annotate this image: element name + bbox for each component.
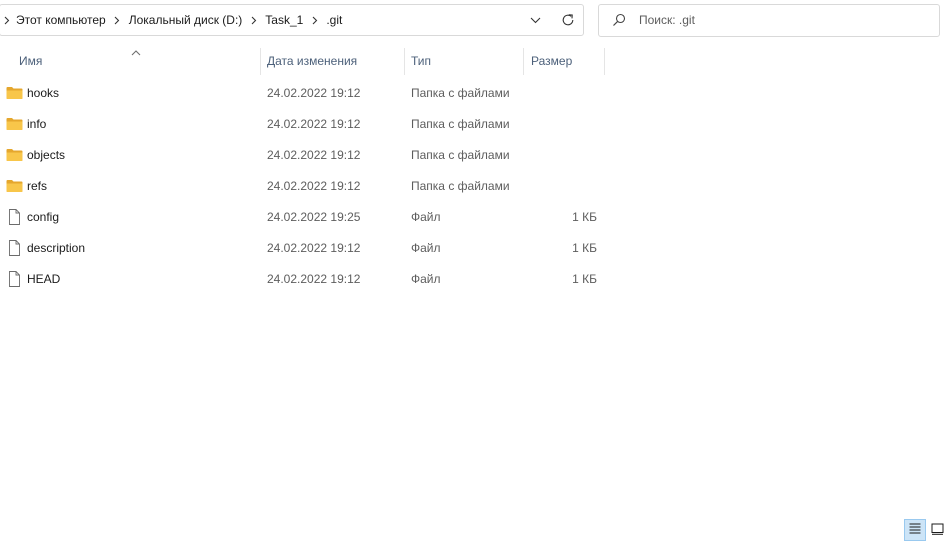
search-box[interactable] — [598, 4, 940, 37]
chevron-right-icon[interactable] — [3, 15, 10, 25]
file-date: 24.02.2022 19:12 — [267, 241, 361, 255]
breadcrumb-item-task1[interactable]: Task_1 — [265, 13, 303, 27]
refresh-icon[interactable] — [560, 12, 576, 28]
file-size: 1 КБ — [572, 210, 597, 224]
column-header-name[interactable]: Имя — [19, 48, 259, 75]
address-bar[interactable]: Этот компьютер Локальный диск (D:) Task_… — [0, 4, 584, 36]
folder-icon — [6, 116, 23, 132]
file-date: 24.02.2022 19:25 — [267, 210, 361, 224]
column-header-type[interactable]: Тип — [411, 48, 521, 75]
file-icon — [6, 271, 23, 287]
file-size: 1 КБ — [572, 272, 597, 286]
file-date: 24.02.2022 19:12 — [267, 86, 361, 100]
chevron-right-icon[interactable] — [311, 15, 318, 25]
chevron-right-icon[interactable] — [114, 15, 121, 25]
file-type: Папка с файлами — [411, 148, 510, 162]
column-header-size[interactable]: Размер — [531, 48, 603, 75]
breadcrumb-item-local-disk[interactable]: Локальный диск (D:) — [129, 13, 243, 27]
file-date: 24.02.2022 19:12 — [267, 272, 361, 286]
column-divider[interactable] — [260, 48, 261, 75]
file-name: objects — [27, 148, 66, 162]
column-header-date[interactable]: Дата изменения — [267, 48, 402, 75]
file-type: Папка с файлами — [411, 179, 510, 193]
column-divider[interactable] — [604, 48, 605, 75]
file-type: Файл — [411, 210, 441, 224]
file-icon — [6, 240, 23, 256]
file-name: hooks — [27, 86, 60, 100]
column-divider[interactable] — [523, 48, 524, 75]
folder-icon — [6, 147, 23, 163]
file-type: Папка с файлами — [411, 86, 510, 100]
file-icon — [6, 209, 23, 225]
file-date: 24.02.2022 19:12 — [267, 117, 361, 131]
file-name: config — [27, 210, 60, 224]
breadcrumb: Этот компьютер Локальный диск (D:) Task_… — [0, 5, 342, 35]
file-date: 24.02.2022 19:12 — [267, 148, 361, 162]
file-name: info — [27, 117, 47, 131]
column-divider[interactable] — [404, 48, 405, 75]
file-row-refs[interactable]: refs 24.02.2022 19:12 Папка с файлами — [0, 171, 610, 202]
file-row-config[interactable]: config 24.02.2022 19:25 Файл 1 КБ — [0, 202, 610, 233]
file-type: Файл — [411, 272, 441, 286]
file-type: Папка с файлами — [411, 117, 510, 131]
file-name: refs — [27, 179, 48, 193]
breadcrumb-item-this-pc[interactable]: Этот компьютер — [16, 13, 106, 27]
file-type: Файл — [411, 241, 441, 255]
file-date: 24.02.2022 19:12 — [267, 179, 361, 193]
search-icon — [612, 13, 626, 27]
file-row-info[interactable]: info 24.02.2022 19:12 Папка с файлами — [0, 109, 610, 140]
search-input[interactable] — [639, 11, 919, 29]
tiles-view-button[interactable] — [926, 519, 947, 541]
chevron-down-icon[interactable] — [527, 12, 543, 28]
breadcrumb-item-git[interactable]: .git — [326, 13, 342, 27]
tiles-view-icon — [931, 523, 944, 538]
file-row-objects[interactable]: objects 24.02.2022 19:12 Папка с файлами — [0, 140, 610, 171]
file-name: HEAD — [27, 272, 61, 286]
chevron-right-icon[interactable] — [250, 15, 257, 25]
file-row-description[interactable]: description 24.02.2022 19:12 Файл 1 КБ — [0, 233, 610, 264]
file-name: description — [27, 241, 86, 255]
folder-icon — [6, 85, 23, 101]
details-view-button[interactable] — [904, 519, 926, 541]
file-size: 1 КБ — [572, 241, 597, 255]
folder-icon — [6, 178, 23, 194]
file-row-head[interactable]: HEAD 24.02.2022 19:12 Файл 1 КБ — [0, 264, 610, 295]
details-view-icon — [909, 523, 921, 537]
file-row-hooks[interactable]: hooks 24.02.2022 19:12 Папка с файлами — [0, 78, 610, 109]
